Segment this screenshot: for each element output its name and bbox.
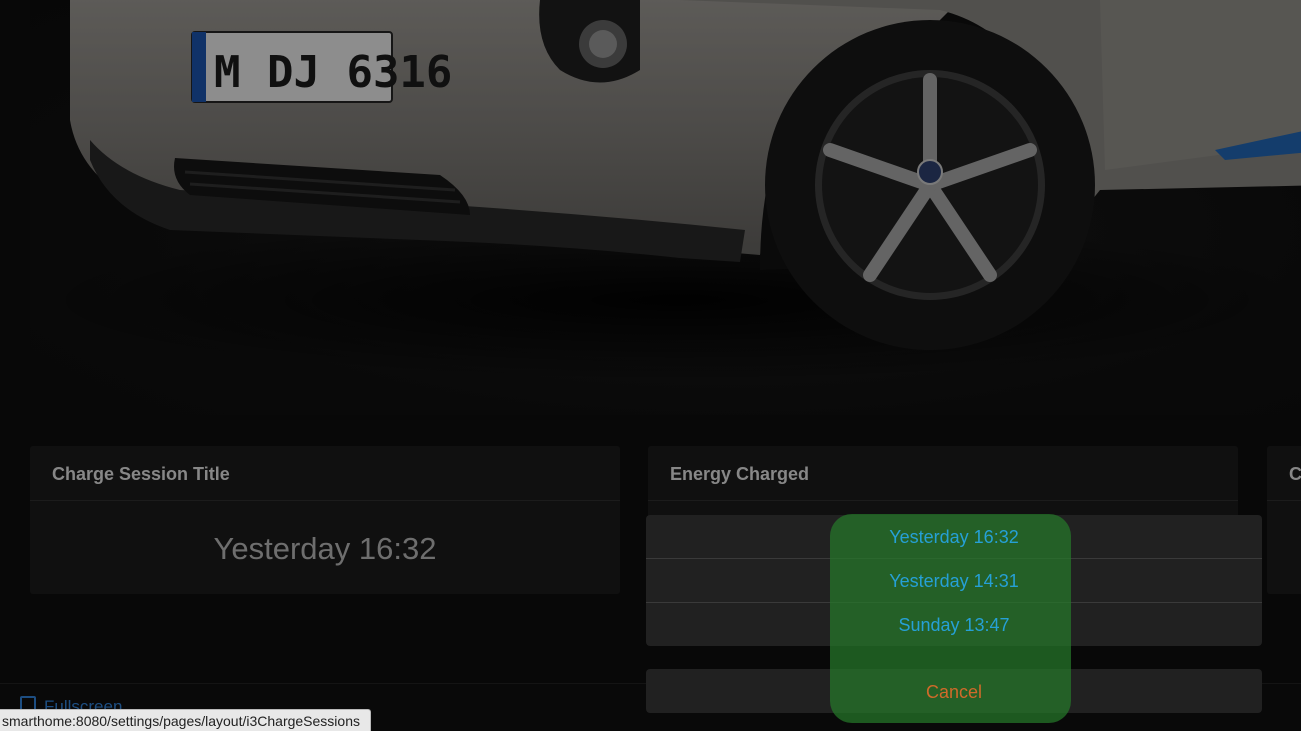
option-yesterday-1632[interactable]: Yesterday 16:32 <box>646 527 1262 548</box>
status-bar-url: smarthome:8080/settings/pages/layout/i3C… <box>0 709 371 731</box>
option-yesterday-1431[interactable]: Yesterday 14:31 <box>646 571 1262 592</box>
option-sunday-1347[interactable]: Sunday 13:47 <box>646 615 1262 636</box>
cancel-button[interactable]: Cancel <box>646 682 1262 703</box>
page: M DJ 6316 Charge Session Title Yesterday… <box>0 0 1301 731</box>
